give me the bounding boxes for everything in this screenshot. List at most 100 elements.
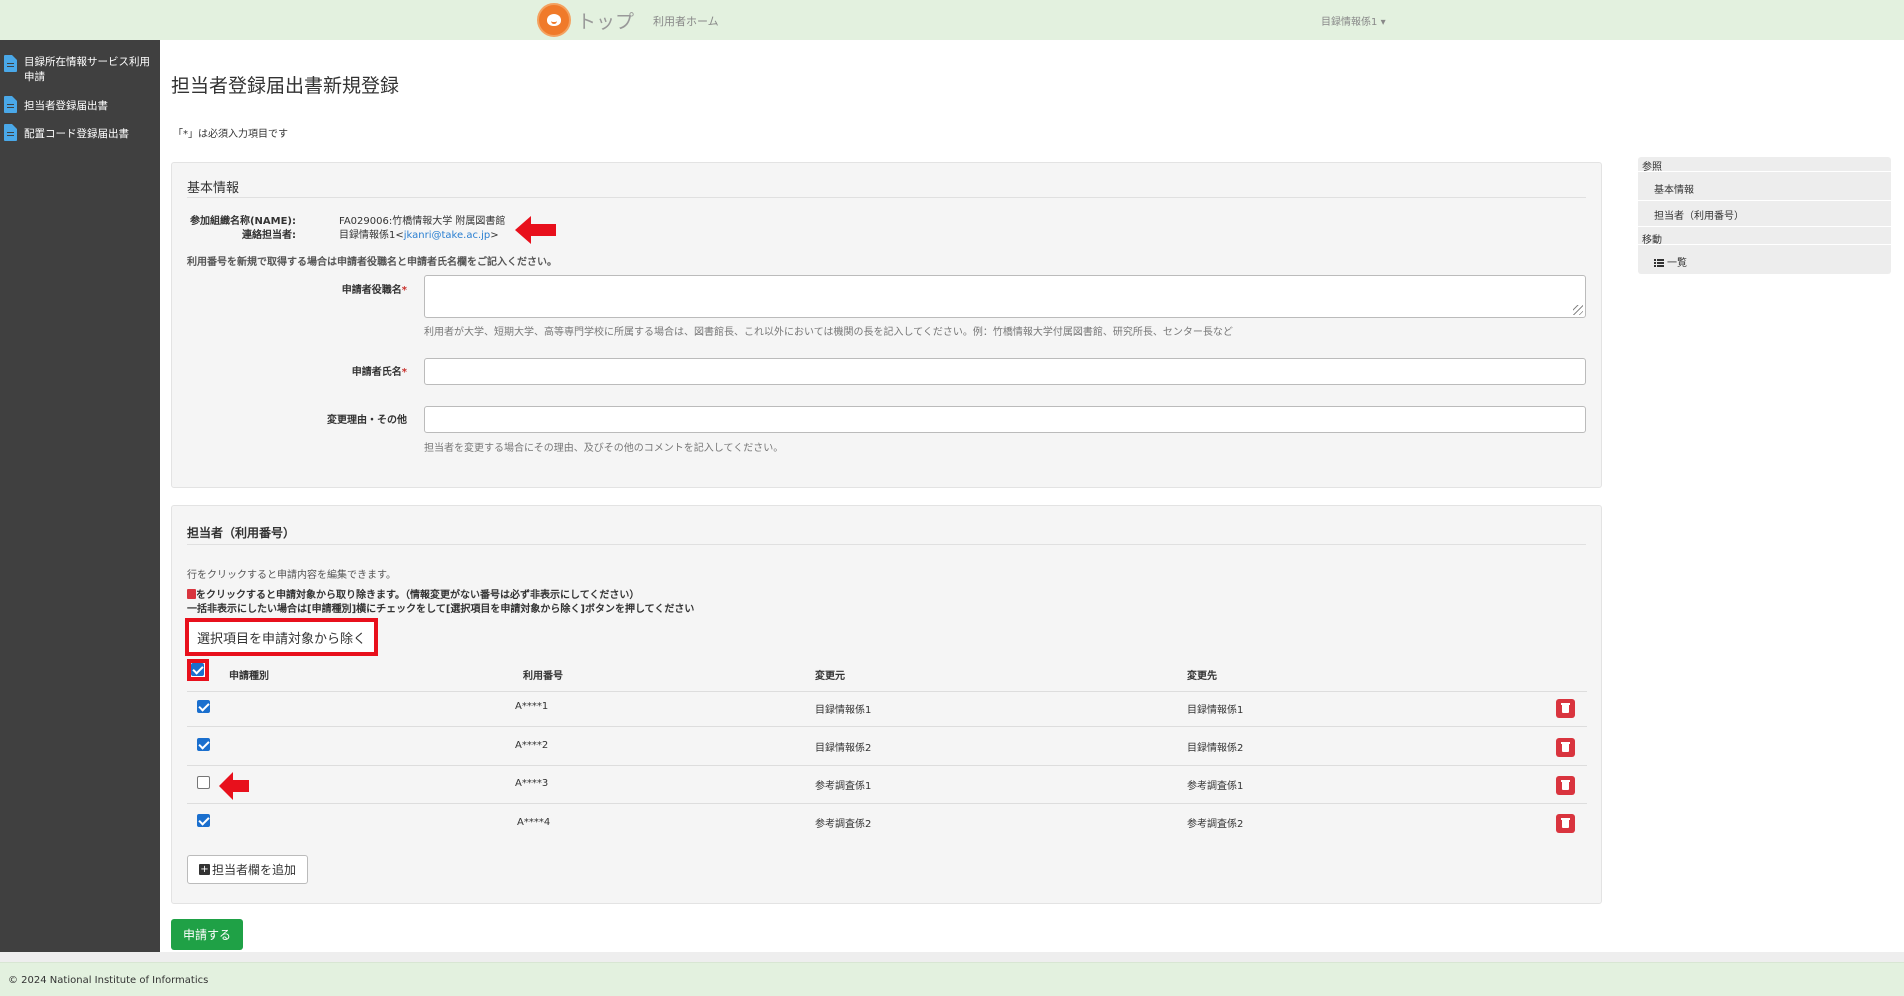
sidebar-item-label: 担当者登録届出書 (24, 100, 108, 112)
row-to: 目録情報係2 (1187, 743, 1244, 754)
applicant-name-label: 申請者氏名* (187, 363, 407, 378)
basic-info-legend: 基本情報 (187, 181, 240, 196)
row-number: A****2 (515, 740, 549, 751)
submit-button[interactable]: 申請する (171, 919, 243, 950)
basic-info-panel: 基本情報 参加組織名称(NAME): FA029006:竹橋情報大学 附属図書館… (171, 162, 1602, 488)
brand-label: トップ (577, 10, 635, 33)
footer: © 2024 National Institute of Informatics (0, 962, 1904, 996)
caret-down-icon: ▾ (1380, 17, 1386, 28)
applicant-title-label: 申請者役職名* (187, 281, 407, 296)
row-to: 参考調査係1 (1187, 781, 1244, 792)
row-from: 参考調査係2 (815, 819, 872, 830)
divider (1638, 244, 1891, 245)
trash-icon[interactable] (1556, 699, 1575, 718)
sidebar-item-catalog-application[interactable]: 目録所在情報サービス利用申請 (0, 47, 160, 89)
change-reason-input[interactable] (424, 406, 1586, 433)
column-header-from: 変更元 (815, 671, 845, 682)
row-from: 目録情報係1 (815, 705, 872, 716)
document-icon (4, 96, 17, 113)
contact-label: 連絡担当者: (242, 230, 296, 241)
staff-instruction-remove: をクリックすると申請対象から取り除きます。（情報変更がない番号は必ず非表示にして… (187, 586, 639, 601)
basic-info-instruction: 利用番号を新規で取得する場合は申請者役職名と申請者氏名欄をご記入ください。 (187, 257, 557, 268)
row-divider (187, 726, 1587, 727)
trash-icon[interactable] (1556, 814, 1575, 833)
header-divider (187, 691, 1587, 692)
row-checkbox[interactable] (197, 814, 210, 827)
sidebar-item-label: 配置コード登録届出書 (24, 128, 129, 140)
org-name-label: 参加組織名称(NAME): (189, 216, 296, 227)
remove-selected-button[interactable]: 選択項目を申請対象から除く (185, 618, 378, 656)
row-number: A****1 (515, 701, 549, 712)
applicant-title-help: 利用者が大学、短期大学、高等専門学校に所属する場合は、図書館長、これ以外において… (424, 327, 1233, 338)
add-staff-button[interactable]: + 担当者欄を追加 (187, 855, 308, 884)
trash-icon[interactable] (1556, 738, 1575, 757)
annotation-arrow-icon (515, 216, 556, 244)
applicant-name-label-text: 申請者氏名 (351, 367, 402, 378)
sidebar: 目録所在情報サービス利用申請 担当者登録届出書 配置コード登録届出書 (0, 40, 160, 952)
top-navbar: トップ 利用者ホーム 目録情報係1 ▾ (0, 0, 1904, 40)
required-mark: * (401, 285, 407, 296)
resize-handle-icon[interactable] (1573, 305, 1583, 315)
staff-instruction-bulk: 一括非表示にしたい場合は[申請種別]横にチェックをして[選択項目を申請対象から除… (187, 604, 695, 615)
logo-icon (537, 3, 571, 37)
divider (1638, 171, 1891, 172)
add-staff-button-label: 担当者欄を追加 (211, 863, 296, 877)
contact-email-link[interactable]: jkanri@take.ac.jp (404, 230, 491, 241)
required-mark: * (401, 367, 407, 378)
column-header-number: 利用番号 (523, 671, 563, 682)
column-header-to: 変更先 (1187, 671, 1217, 682)
divider (1638, 200, 1891, 201)
legend-divider (187, 544, 1586, 545)
nav-link-basic-info[interactable]: 基本情報 (1654, 181, 1694, 196)
staff-legend: 担当者（利用番号） (187, 526, 296, 540)
legend-divider (187, 197, 1586, 198)
contact-value: 目録情報係1<jkanri@take.ac.jp> (339, 226, 499, 241)
select-all-checkbox[interactable] (191, 663, 204, 676)
row-from: 目録情報係2 (815, 743, 872, 754)
list-icon (1654, 259, 1664, 267)
row-from: 参考調査係1 (815, 781, 872, 792)
page-title: 担当者登録届出書新規登録 (171, 75, 400, 97)
document-icon (4, 124, 17, 141)
nav-link-list-label: 一覧 (1667, 258, 1687, 269)
sidebar-item-location-code[interactable]: 配置コード登録届出書 (0, 118, 160, 146)
row-checkbox[interactable] (197, 776, 210, 789)
plus-icon: + (198, 864, 210, 875)
user-home-link[interactable]: 利用者ホーム (653, 13, 719, 29)
required-note: 「*」は必須入力項目です (173, 129, 288, 140)
sidebar-item-label: 目録所在情報サービス利用申請 (24, 56, 150, 83)
applicant-name-input[interactable] (424, 358, 1586, 385)
row-number: A****4 (517, 817, 551, 828)
divider (1638, 226, 1891, 227)
document-icon (4, 55, 17, 72)
row-checkbox[interactable] (197, 700, 210, 713)
sidebar-item-staff-registration[interactable]: 担当者登録届出書 (0, 89, 160, 118)
annotation-arrow-icon (219, 772, 249, 800)
row-checkbox[interactable] (197, 738, 210, 751)
row-to: 参考調査係2 (1187, 819, 1244, 830)
row-divider (187, 803, 1587, 804)
contact-name: 目録情報係1< (339, 230, 404, 241)
contact-close: > (490, 230, 499, 241)
home-link[interactable]: トップ (537, 3, 634, 37)
applicant-title-label-text: 申請者役職名 (341, 285, 402, 296)
right-nav: 参照 基本情報 担当者（利用番号） 移動 一覧 (1638, 157, 1891, 274)
nav-link-staff[interactable]: 担当者（利用番号） (1654, 207, 1744, 222)
change-reason-help: 担当者を変更する場合にその理由、及びその他のコメントを記入してください。 (424, 443, 784, 454)
trash-inline-icon (187, 589, 196, 599)
user-menu-label: 目録情報係1 (1321, 17, 1378, 28)
org-name-value: FA029006:竹橋情報大学 附属図書館 (339, 216, 506, 227)
footer-spacer (0, 952, 1904, 962)
staff-panel: 担当者（利用番号） 行をクリックすると申請内容を編集できます。 をクリックすると… (171, 505, 1602, 904)
row-to: 目録情報係1 (1187, 705, 1244, 716)
staff-instruction-edit: 行をクリックすると申請内容を編集できます。 (187, 570, 396, 581)
row-number: A****3 (515, 778, 549, 789)
column-header-type: 申請種別 (229, 671, 269, 682)
trash-icon[interactable] (1556, 776, 1575, 795)
change-reason-label: 変更理由・その他 (327, 415, 407, 426)
applicant-title-textarea[interactable] (424, 275, 1586, 318)
user-menu-dropdown[interactable]: 目録情報係1 ▾ (1321, 13, 1386, 28)
copyright-text: © 2024 National Institute of Informatics (8, 975, 209, 986)
row-divider (187, 765, 1587, 766)
nav-link-list[interactable]: 一覧 (1654, 254, 1687, 269)
